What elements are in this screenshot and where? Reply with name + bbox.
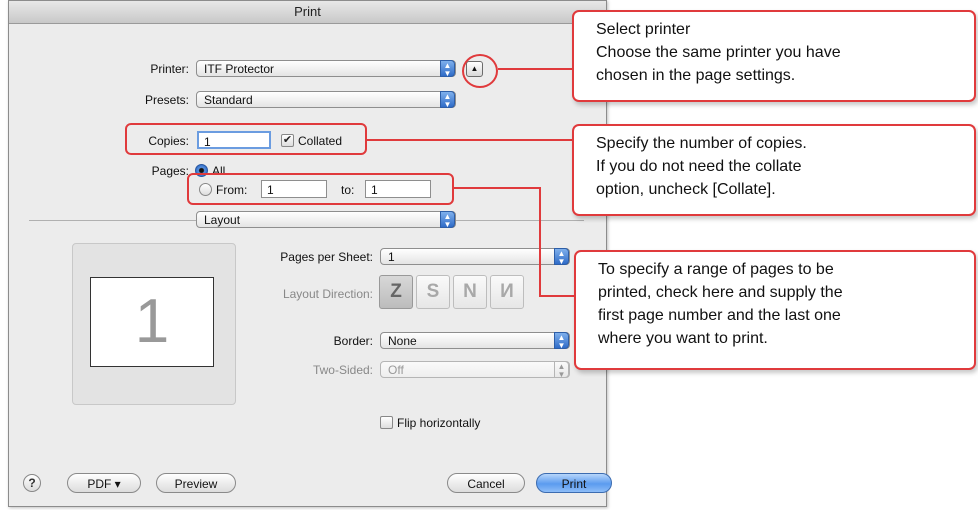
- callout-line: printed, check here and supply the: [598, 284, 843, 301]
- callout-line: Choose the same printer you have: [596, 44, 841, 61]
- callout-line: If you do not need the collate: [596, 158, 802, 175]
- range-connector: [454, 187, 576, 297]
- callout-line: Specify the number of copies.: [596, 135, 807, 152]
- callout-line: chosen in the page settings.: [596, 67, 796, 84]
- callout-line: option, uncheck [Collate].: [596, 181, 776, 198]
- callout-line: To specify a range of pages to be: [598, 261, 834, 278]
- callout-line: first page number and the last one: [598, 307, 841, 324]
- callout-line: Select printer: [596, 21, 691, 38]
- copies-callout: Specify the number of copies. If you do …: [572, 124, 976, 216]
- printer-callout: Select printer Choose the same printer y…: [572, 10, 976, 102]
- callout-line: where you want to print.: [598, 330, 768, 347]
- range-callout: To specify a range of pages to be printe…: [574, 250, 976, 370]
